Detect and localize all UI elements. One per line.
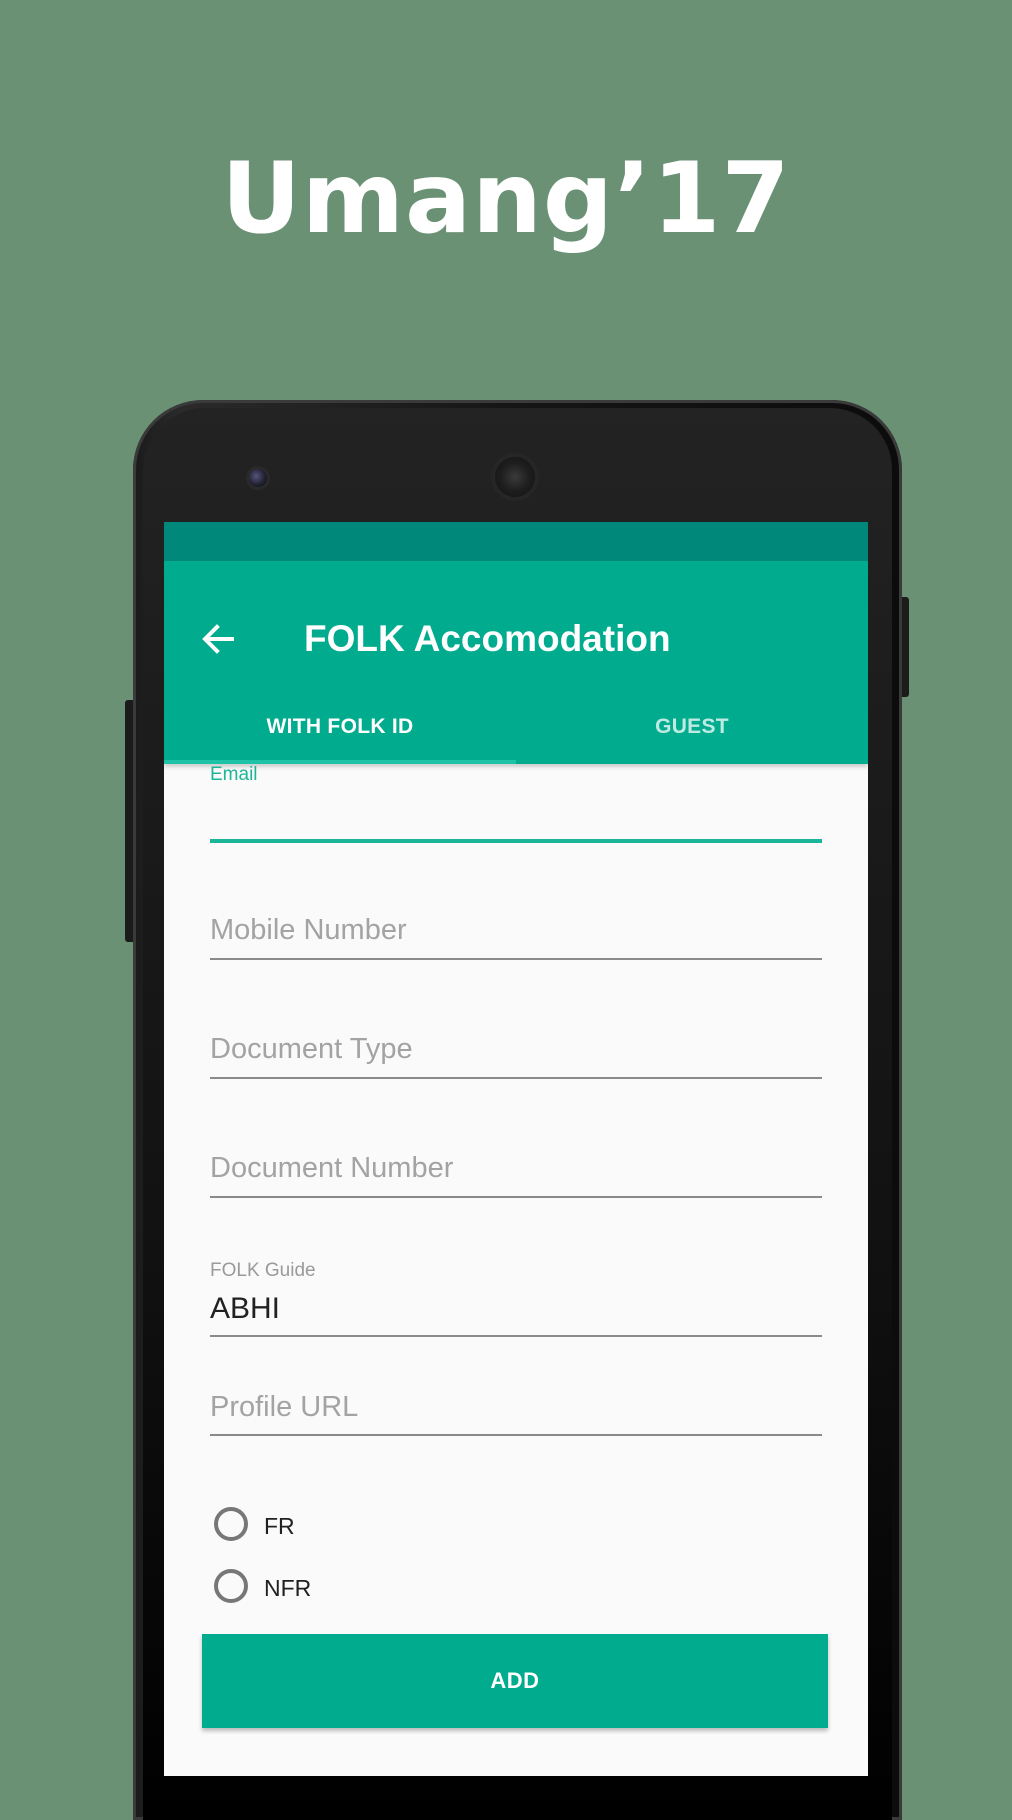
phone-power-button — [901, 597, 909, 697]
promo-title: Umang’17 — [221, 142, 791, 256]
email-field[interactable]: Email — [210, 764, 822, 844]
front-camera — [249, 469, 267, 487]
mobile-number-underline — [210, 958, 822, 960]
profile-url-placeholder: Profile URL — [210, 1391, 359, 1423]
tab-guest[interactable]: GUEST — [516, 701, 868, 764]
radio-label-nfr: NFR — [264, 1575, 312, 1601]
add-button[interactable]: ADD — [202, 1634, 828, 1728]
status-bar — [164, 522, 868, 561]
radio-unchecked-icon[interactable] — [214, 1507, 248, 1541]
profile-url-field[interactable]: Profile URL — [210, 1391, 822, 1441]
tab-with-folk-id[interactable]: WITH FOLK ID — [164, 701, 516, 764]
email-underline — [210, 839, 822, 843]
radio-option-fr[interactable]: FR — [214, 1507, 514, 1551]
radio-label-fr: FR — [264, 1513, 295, 1539]
folk-guide-label: FOLK Guide — [210, 1260, 316, 1281]
earpiece-speaker — [495, 457, 535, 497]
mobile-number-placeholder: Mobile Number — [210, 914, 407, 946]
document-type-placeholder: Document Type — [210, 1033, 413, 1065]
folk-guide-field[interactable]: FOLK Guide ABHI — [210, 1260, 822, 1340]
page-title: FOLK Accomodation — [304, 618, 671, 659]
profile-url-underline — [210, 1434, 822, 1436]
document-type-underline — [210, 1077, 822, 1079]
arrow-back-icon[interactable] — [198, 619, 238, 659]
document-type-field[interactable]: Document Type — [210, 1033, 822, 1083]
radio-unchecked-icon[interactable] — [214, 1569, 248, 1603]
app-bar: FOLK Accomodation WITH FOLK ID GUEST — [164, 561, 868, 764]
folk-guide-underline — [210, 1335, 822, 1337]
email-label: Email — [210, 764, 258, 785]
folk-guide-value: ABHI — [210, 1292, 281, 1325]
radio-option-nfr[interactable]: NFR — [214, 1569, 514, 1613]
document-number-underline — [210, 1196, 822, 1198]
app-screen: FOLK Accomodation WITH FOLK ID GUEST Ema… — [164, 522, 868, 1776]
document-number-field[interactable]: Document Number — [210, 1152, 822, 1202]
mobile-number-field[interactable]: Mobile Number — [210, 914, 822, 964]
tab-bar: WITH FOLK ID GUEST — [164, 701, 868, 764]
document-number-placeholder: Document Number — [210, 1152, 454, 1184]
